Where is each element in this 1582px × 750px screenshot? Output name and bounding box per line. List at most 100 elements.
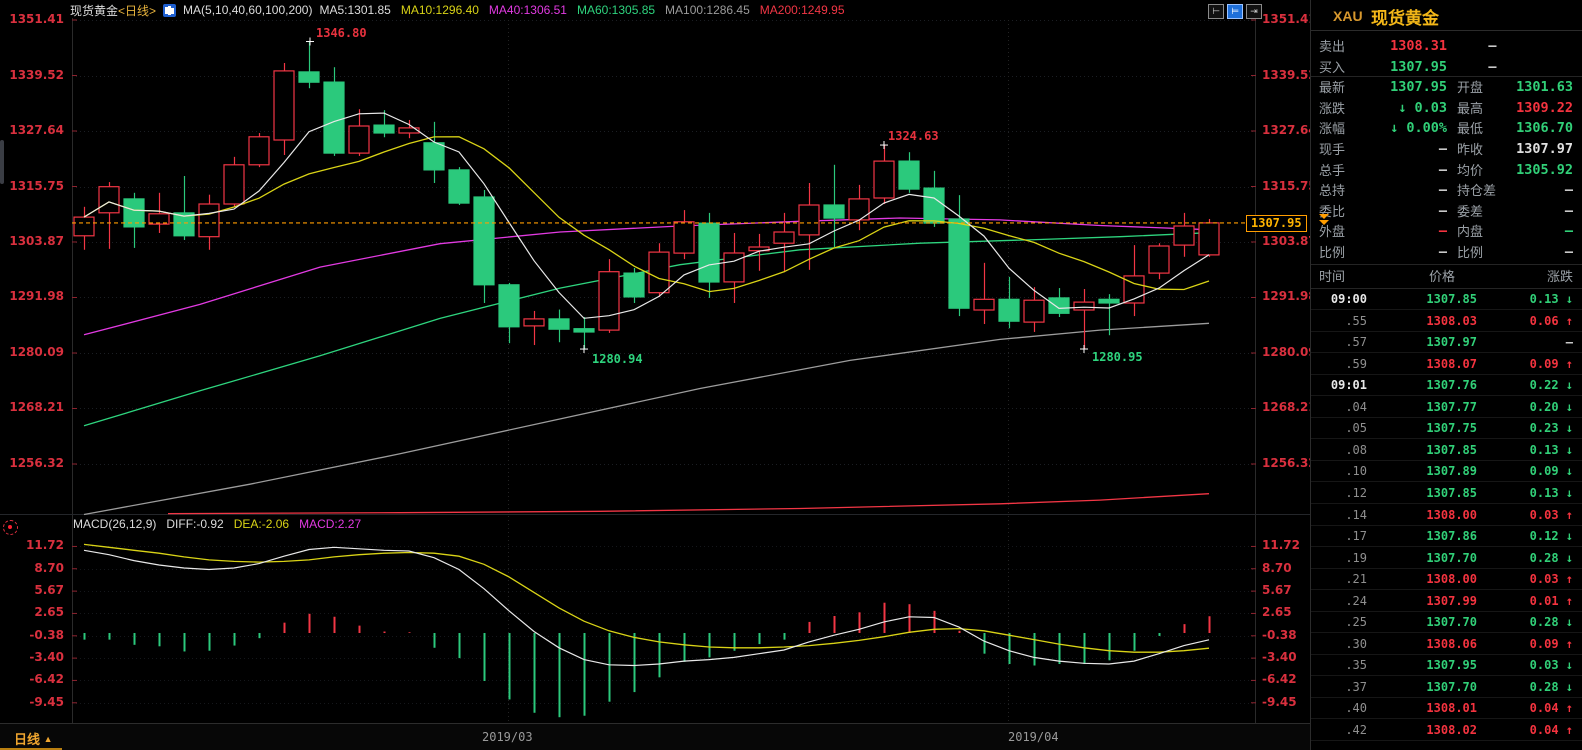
tick-row[interactable]: .401308.010.04 ↑ xyxy=(1311,698,1582,719)
up-arrow-icon: ↑ xyxy=(1566,701,1573,715)
tick-row[interactable]: .211308.000.03 ↑ xyxy=(1311,569,1582,590)
tick-row[interactable]: .591308.070.09 ↑ xyxy=(1311,354,1582,375)
tick-row[interactable]: .171307.860.12 ↓ xyxy=(1311,526,1582,547)
macd-macd-value: MACD:2.27 xyxy=(299,517,361,531)
instrument-title: 现货黄金<日线> xyxy=(70,2,156,19)
left-scrollbar-thumb[interactable] xyxy=(0,140,4,184)
tick-row[interactable]: .191307.700.28 ↓ xyxy=(1311,548,1582,569)
chart-toolbar: ⊢⊨⇥ xyxy=(1208,4,1262,19)
extreme-price-label: 1324.63 xyxy=(888,129,939,143)
quote-row-买入: 买入1307.95— xyxy=(1311,57,1582,78)
tick-price: 1307.77 xyxy=(1426,397,1477,418)
tick-row[interactable]: .241307.990.01 ↑ xyxy=(1311,591,1582,612)
tick-row[interactable]: .571307.97— xyxy=(1311,332,1582,353)
up-arrow-icon: ↑ xyxy=(1566,508,1573,522)
scale-right-icon[interactable]: ⊨ xyxy=(1227,4,1243,19)
tick-time: .25 xyxy=(1311,612,1367,633)
tick-time: .55 xyxy=(1311,311,1367,332)
left-axis-label: 1303.87 xyxy=(4,234,64,248)
tick-time: .59 xyxy=(1311,354,1367,375)
macd-diff-value: DIFF:-0.92 xyxy=(166,517,223,531)
quote-row-委比: 委比—委差— xyxy=(1311,201,1582,222)
shift-right-icon[interactable]: ⇥ xyxy=(1246,4,1262,19)
quote-value: — xyxy=(1351,201,1447,222)
tick-row[interactable]: .251307.700.28 ↓ xyxy=(1311,612,1582,633)
quote-row-比例: 比例—比例— xyxy=(1311,242,1582,263)
quote-row-涨跌: 涨跌↓ 0.03最高1309.22 xyxy=(1311,98,1582,119)
left-axis-label: 1351.41 xyxy=(4,12,64,26)
quote-value2: 1307.97 xyxy=(1501,139,1573,160)
tick-row[interactable]: .051307.750.23 ↓ xyxy=(1311,418,1582,439)
tick-row[interactable]: .371307.700.28 ↓ xyxy=(1311,677,1582,698)
quote-label2: 最高 xyxy=(1457,98,1483,119)
symbol-name: 现货黄金 xyxy=(1371,4,1439,29)
tick-row[interactable]: .421308.020.04 ↑ xyxy=(1311,720,1582,741)
candlestick-macd-chart[interactable] xyxy=(0,0,1310,750)
down-arrow-icon: ↓ xyxy=(1566,464,1573,478)
up-arrow-icon: ↑ xyxy=(1566,637,1573,651)
quote-label: 最新 xyxy=(1319,77,1345,98)
quote-value2: — xyxy=(1501,242,1573,263)
col-price: 价格 xyxy=(1429,265,1455,288)
quote-row-外盘: 外盘–内盘– xyxy=(1311,221,1582,242)
tick-price: 1308.00 xyxy=(1426,505,1477,526)
tick-time: .57 xyxy=(1311,332,1367,353)
quote-value2: — xyxy=(1501,201,1573,222)
tick-time: .14 xyxy=(1311,505,1367,526)
tick-time: .05 xyxy=(1311,418,1367,439)
quote-label: 卖出 xyxy=(1319,36,1345,57)
chart-header: 现货黄金<日线> MA(5,10,40,60,100,200) MA5:1301… xyxy=(70,2,845,18)
down-arrow-icon: ↓ xyxy=(1566,486,1573,500)
scale-left-icon[interactable]: ⊢ xyxy=(1208,4,1224,19)
left-axis-label: 1280.09 xyxy=(4,345,64,359)
tick-row[interactable]: .081307.850.13 ↓ xyxy=(1311,440,1582,461)
quote-label2: 均价 xyxy=(1457,160,1483,181)
tick-row[interactable]: 09:011307.760.22 ↓ xyxy=(1311,375,1582,396)
tick-row[interactable]: .101307.890.09 ↓ xyxy=(1311,461,1582,482)
ma-values: MA5:1301.85MA10:1296.40MA40:1306.51MA60:… xyxy=(319,3,844,17)
tick-price: 1307.70 xyxy=(1426,612,1477,633)
tick-price: 1307.95 xyxy=(1426,655,1477,676)
tick-time: .42 xyxy=(1311,720,1367,741)
ma-params-label: MA(5,10,40,60,100,200) xyxy=(183,3,312,17)
tick-price: 1307.75 xyxy=(1426,418,1477,439)
tick-price: 1307.99 xyxy=(1426,591,1477,612)
left-axis-label: 1256.32 xyxy=(4,456,64,470)
quote-value2: 1301.63 xyxy=(1501,77,1573,98)
tick-time: .12 xyxy=(1311,483,1367,504)
tick-row[interactable]: .041307.770.20 ↓ xyxy=(1311,397,1582,418)
down-arrow-icon: ↓ xyxy=(1566,551,1573,565)
ma-value-ma5: MA5:1301.85 xyxy=(319,3,390,17)
tick-row[interactable]: .351307.950.03 ↓ xyxy=(1311,655,1582,676)
extreme-price-label: 1280.94 xyxy=(592,352,643,366)
tick-price: 1307.85 xyxy=(1426,483,1477,504)
ma-value-ma40: MA40:1306.51 xyxy=(489,3,567,17)
up-arrow-icon: ↑ xyxy=(1566,723,1573,737)
quote-row-最新: 最新1307.95开盘1301.63 xyxy=(1311,77,1582,98)
tick-row[interactable]: .121307.850.13 ↓ xyxy=(1311,483,1582,504)
quote-row-总手: 总手—均价1305.92 xyxy=(1311,160,1582,181)
instrument-name: 现货黄金 xyxy=(70,4,118,18)
tick-price: 1308.06 xyxy=(1426,634,1477,655)
period-selector[interactable]: 日线 ▲ xyxy=(14,729,53,748)
left-axis-label: 1268.21 xyxy=(4,400,64,414)
quote-value2: — xyxy=(1501,180,1573,201)
quote-label: 现手 xyxy=(1319,139,1345,160)
crosshair-tool-icon[interactable] xyxy=(3,520,18,535)
left-axis-label: 1327.64 xyxy=(4,123,64,137)
macd-header: MACD(26,12,9) DIFF:-0.92 DEA:-2.06 MACD:… xyxy=(73,517,361,531)
tick-row[interactable]: 09:001307.850.13 ↓ xyxy=(1311,289,1582,310)
quote-value: 1307.95 xyxy=(1351,57,1447,78)
quote-panel: XAU 现货黄金 卖出1308.31—买入1307.95—最新1307.95开盘… xyxy=(1310,0,1582,750)
tick-row[interactable]: .141308.000.03 ↑ xyxy=(1311,505,1582,526)
tick-list-header: 时间 价格 涨跌 xyxy=(1311,265,1582,288)
tick-row[interactable]: .301308.060.09 ↑ xyxy=(1311,634,1582,655)
tick-row[interactable]: .551308.030.06 ↑ xyxy=(1311,311,1582,332)
quote-label2: 昨收 xyxy=(1457,139,1483,160)
period-tag: <日线> xyxy=(118,4,156,18)
quote-value2: — xyxy=(1461,57,1524,78)
tick-price: 1308.01 xyxy=(1426,698,1477,719)
quote-value: – xyxy=(1351,221,1447,242)
down-arrow-icon: ↓ xyxy=(1566,443,1573,457)
col-time: 时间 xyxy=(1319,265,1345,288)
